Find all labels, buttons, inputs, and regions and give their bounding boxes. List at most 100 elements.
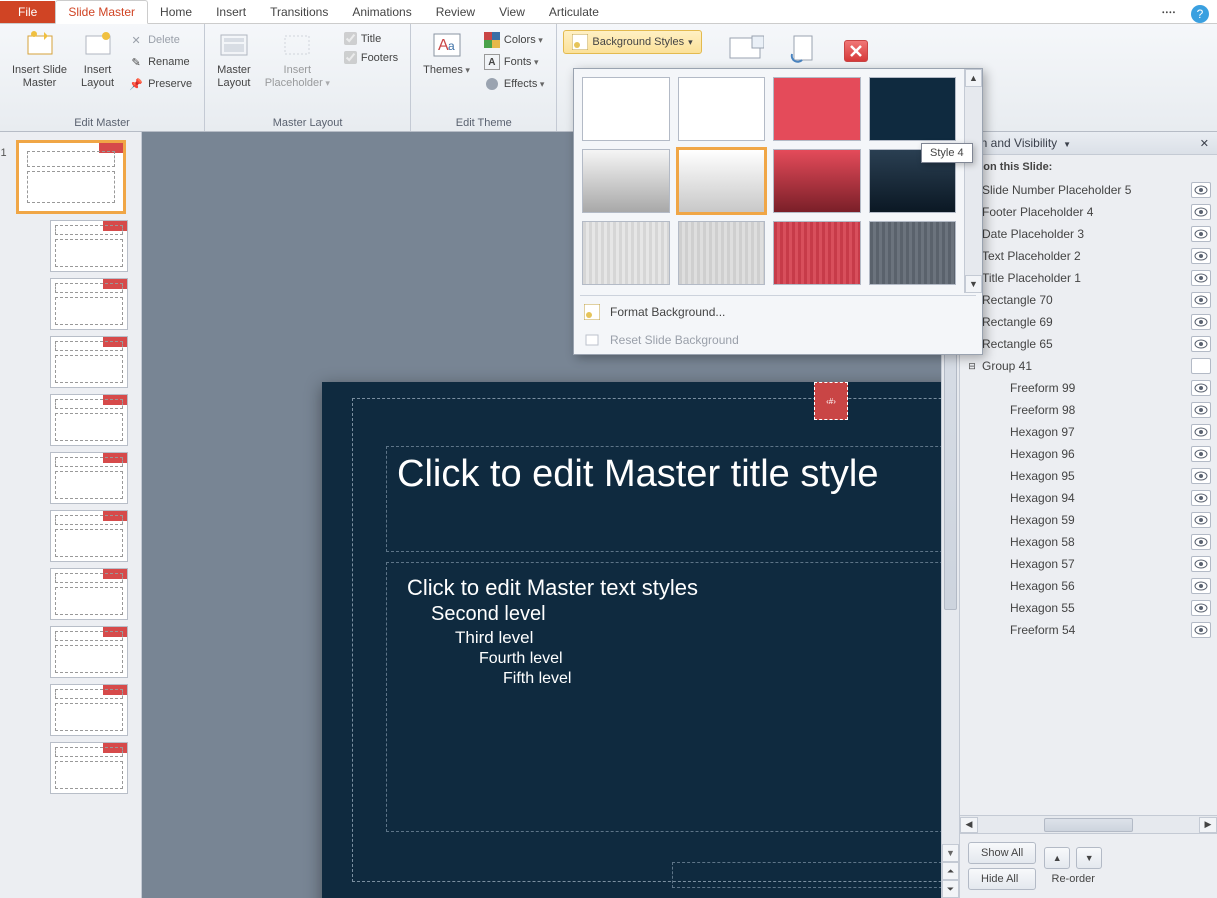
selection-list[interactable]: Slide Number Placeholder 5Footer Placeho… [960, 179, 1217, 815]
insert-slide-master-button[interactable]: Insert Slide Master [6, 28, 73, 92]
previous-slide-icon[interactable]: ⏶ [942, 862, 959, 880]
visibility-toggle-icon[interactable] [1191, 292, 1211, 308]
visibility-toggle-icon[interactable] [1191, 380, 1211, 396]
tab-home[interactable]: Home [148, 1, 204, 23]
selection-item[interactable]: Hexagon 96 [964, 443, 1213, 465]
slide-master-preview[interactable]: ‹#› Click to edit Master title style Cli… [322, 382, 959, 898]
visibility-toggle-icon[interactable] [1191, 424, 1211, 440]
background-style-swatch-12[interactable] [869, 221, 957, 285]
help-icon[interactable]: ? [1191, 5, 1209, 23]
background-style-swatch-1[interactable] [582, 77, 670, 141]
selection-item[interactable]: Rectangle 65 [964, 333, 1213, 355]
insert-layout-button[interactable]: Insert Layout [75, 28, 120, 92]
selection-item[interactable]: Title Placeholder 1 [964, 267, 1213, 289]
selection-item[interactable]: Slide Number Placeholder 5 [964, 179, 1213, 201]
thumbnail-layout[interactable] [50, 394, 128, 446]
background-style-swatch-7[interactable] [773, 149, 861, 213]
tab-review[interactable]: Review [424, 1, 487, 23]
thumbnail-master[interactable]: 1 [16, 140, 126, 214]
preserve-button[interactable]: 📌Preserve [124, 74, 196, 94]
background-style-swatch-10[interactable] [678, 221, 766, 285]
selection-item[interactable]: Rectangle 69 [964, 311, 1213, 333]
thumbnail-layout[interactable] [50, 742, 128, 794]
expand-icon[interactable]: ⊟ [966, 361, 978, 372]
thumbnail-layout[interactable] [50, 452, 128, 504]
visibility-toggle-icon[interactable] [1191, 556, 1211, 572]
scroll-down-icon[interactable]: ▼ [942, 844, 959, 862]
themes-button[interactable]: Aa Themes [417, 28, 476, 79]
master-layout-button[interactable]: Master Layout [211, 28, 257, 92]
footers-checkbox[interactable]: Footers [340, 49, 402, 66]
close-panel-icon[interactable]: ✕ [1200, 137, 1209, 150]
background-style-swatch-5[interactable] [582, 149, 670, 213]
popup-scroll-up-icon[interactable]: ▲ [965, 69, 982, 87]
selection-horizontal-scrollbar[interactable]: ◀ ▶ [960, 815, 1217, 833]
show-all-button[interactable]: Show All [968, 842, 1036, 864]
next-slide-icon[interactable]: ⏷ [942, 880, 959, 898]
thumbnail-layout[interactable] [50, 568, 128, 620]
effects-button[interactable]: Effects [480, 74, 548, 94]
footer-placeholder[interactable] [672, 862, 952, 888]
tab-articulate[interactable]: Articulate [537, 1, 611, 23]
text-placeholder[interactable]: Click to edit Master text styles Second … [386, 562, 959, 832]
background-style-swatch-3[interactable] [773, 77, 861, 141]
selection-item[interactable]: Text Placeholder 2 [964, 245, 1213, 267]
background-style-swatch-4[interactable] [869, 77, 957, 141]
selection-item[interactable]: ⊟Group 41 [964, 355, 1213, 377]
visibility-toggle-icon[interactable] [1191, 622, 1211, 638]
thumbnail-layout[interactable] [50, 336, 128, 388]
tab-insert[interactable]: Insert [204, 1, 258, 23]
thumbnail-layout[interactable] [50, 278, 128, 330]
selection-item[interactable]: Hexagon 58 [964, 531, 1213, 553]
visibility-toggle-icon[interactable] [1191, 402, 1211, 418]
selection-item[interactable]: Hexagon 57 [964, 553, 1213, 575]
tab-slide-master[interactable]: Slide Master [55, 0, 148, 24]
visibility-toggle-icon[interactable] [1191, 358, 1211, 374]
background-styles-button[interactable]: Background Styles▾ [563, 30, 701, 54]
visibility-toggle-icon[interactable] [1191, 270, 1211, 286]
format-background-item[interactable]: Format Background... [574, 298, 982, 326]
selection-item[interactable]: Hexagon 55 [964, 597, 1213, 619]
visibility-toggle-icon[interactable] [1191, 512, 1211, 528]
selection-panel-title[interactable]: tion and Visibility [968, 136, 1071, 150]
selection-item[interactable]: Rectangle 70 [964, 289, 1213, 311]
selection-item[interactable]: Freeform 54 [964, 619, 1213, 641]
visibility-toggle-icon[interactable] [1191, 314, 1211, 330]
visibility-toggle-icon[interactable] [1191, 226, 1211, 242]
visibility-toggle-icon[interactable] [1191, 490, 1211, 506]
selection-item[interactable]: Freeform 98 [964, 399, 1213, 421]
close-master-view-button[interactable] [844, 40, 868, 62]
file-tab[interactable]: File [0, 1, 55, 23]
scroll-left-icon[interactable]: ◀ [960, 817, 978, 833]
minimize-ribbon-icon[interactable]: ᠁ [1159, 0, 1175, 23]
page-number-placeholder[interactable]: ‹#› [814, 382, 848, 420]
rename-button[interactable]: ✎Rename [124, 52, 196, 72]
insert-placeholder-button[interactable]: Insert Placeholder [259, 28, 336, 92]
background-style-swatch-6[interactable] [678, 149, 766, 213]
visibility-toggle-icon[interactable] [1191, 578, 1211, 594]
visibility-toggle-icon[interactable] [1191, 182, 1211, 198]
scroll-right-icon[interactable]: ▶ [1199, 817, 1217, 833]
visibility-toggle-icon[interactable] [1191, 248, 1211, 264]
background-style-swatch-9[interactable] [582, 221, 670, 285]
thumbnail-panel[interactable]: 1 [0, 132, 142, 898]
popup-scrollbar[interactable]: ▲ ▼ [964, 69, 982, 293]
reorder-up-button[interactable]: ▲ [1044, 847, 1070, 869]
background-style-swatch-2[interactable] [678, 77, 766, 141]
visibility-toggle-icon[interactable] [1191, 204, 1211, 220]
visibility-toggle-icon[interactable] [1191, 534, 1211, 550]
selection-item[interactable]: Hexagon 94 [964, 487, 1213, 509]
visibility-toggle-icon[interactable] [1191, 336, 1211, 352]
visibility-toggle-icon[interactable] [1191, 468, 1211, 484]
selection-item[interactable]: Footer Placeholder 4 [964, 201, 1213, 223]
reorder-down-button[interactable]: ▼ [1076, 847, 1102, 869]
selection-item[interactable]: Hexagon 97 [964, 421, 1213, 443]
tab-animations[interactable]: Animations [340, 1, 423, 23]
tab-view[interactable]: View [487, 1, 537, 23]
thumbnail-layout[interactable] [50, 626, 128, 678]
title-placeholder[interactable]: Click to edit Master title style [386, 446, 959, 552]
selection-item[interactable]: Hexagon 95 [964, 465, 1213, 487]
thumbnail-layout[interactable] [50, 220, 128, 272]
title-checkbox[interactable]: Title [340, 30, 402, 47]
hide-all-button[interactable]: Hide All [968, 868, 1036, 890]
